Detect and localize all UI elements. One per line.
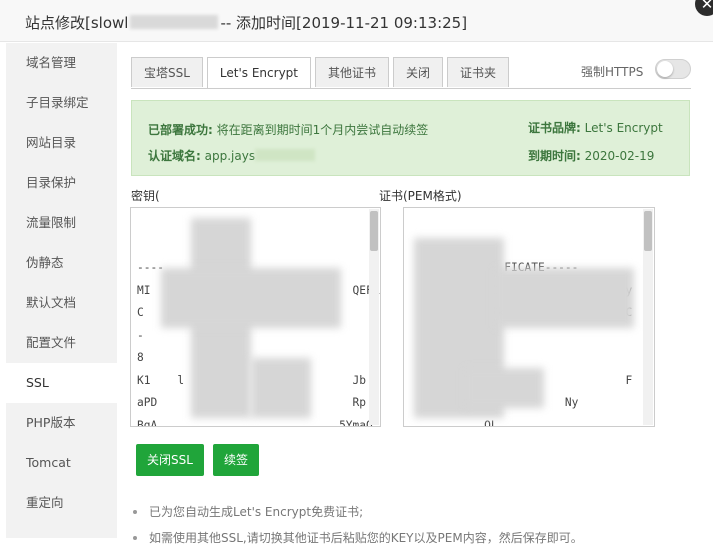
note-item: 已为您自动生成Let's Encrypt免费证书; [131,503,583,529]
ssl-status-box: 已部署成功: 将在距离到期时间1个月内尝试自动续签 认证域名: app.jays… [131,100,690,176]
expire-row: 到期时间: 2020-02-19 [528,147,654,164]
help-notes: 已为您自动生成Let's Encrypt免费证书; 如需使用其他SSL,请切换其他… [131,503,583,555]
sidebar-item[interactable]: SSL [6,363,117,403]
title-suffix: -- 添加时间[2019-11-21 09:13:25] [220,14,468,32]
redaction-mosaic [251,358,311,418]
sidebar-item[interactable]: 网站目录 [6,123,117,163]
title-prefix: 站点修改[slowl [25,14,129,32]
tab[interactable]: 关闭 [393,57,444,87]
sidebar-item[interactable]: 目录保护 [6,163,117,203]
tab[interactable]: 证书夹 [447,57,510,87]
brand-row: 证书品牌: Let's Encrypt [528,119,663,136]
sidebar-item[interactable]: 伪静态 [6,243,117,283]
ssl-panel: 宝塔SSL Let's Encrypt 其他证书 关闭 证书夹 强制HTTPS 已部署成… [117,43,713,545]
toggle-knob [657,61,673,77]
tab[interactable]: Let's Encrypt [206,57,311,89]
sidebar: 域名管理 子目录绑定 网站目录 目录保护 流量限制 伪静态 默认文档 配置文件 SSL PHP版本… [6,43,117,538]
renew-button[interactable]: 续签 [213,444,260,476]
tabs-divider [131,88,691,89]
domain-row: 认证域名: app.jays [148,147,316,164]
dialog-title: 站点修改[slowl -- 添加时间[2019-11-21 09:13:25] [25,12,467,33]
redaction-mosaic [464,368,544,408]
tab[interactable]: 其他证书 [315,57,390,87]
sidebar-item[interactable]: 配置文件 [6,323,117,363]
scrollbar-thumb[interactable] [644,211,652,251]
sidebar-item[interactable]: PHP版本 [6,403,117,443]
cert-scrollbar[interactable] [643,209,653,425]
key-scrollbar[interactable] [369,209,379,425]
key-label: 密钥( [131,189,160,203]
sidebar-item[interactable]: 默认文档 [6,283,117,323]
dialog-titlebar: 站点修改[slowl -- 添加时间[2019-11-21 09:13:25] ✕ [0,0,713,42]
domain-value: app.jays [204,149,256,163]
ssl-tabs: 宝塔SSL Let's Encrypt 其他证书 关闭 证书夹 [131,57,513,89]
close-ssl-button[interactable]: 关闭SSL [136,444,204,476]
sidebar-item[interactable]: Tomcat [6,443,117,483]
domain-label: 认证域名: [148,149,201,163]
sidebar-item[interactable]: 域名管理 [6,43,117,83]
sidebar-item[interactable]: 流量限制 [6,203,117,243]
cert-label: 证书(PEM格式) [379,189,462,203]
expire-value: 2020-02-19 [584,149,655,163]
deployed-row: 已部署成功: 将在距离到期时间1个月内尝试自动续签 [148,121,428,138]
redaction-mosaic [161,268,341,328]
sidebar-item[interactable]: 子目录绑定 [6,83,117,123]
close-icon[interactable]: ✕ [695,0,713,16]
note-item: 如需使用其他SSL,请切换其他证书后粘贴您的KEY以及PEM内容，然后保存即可。 [131,529,583,555]
key-textarea[interactable]: ----MI E N kqh w0 QEFAASC g Ag 1iq-8K1 l… [130,207,381,427]
brand-label: 证书品牌: [528,121,581,135]
redacted-domain [130,15,219,29]
deployed-label: 已部署成功: [148,123,213,137]
force-https-toggle[interactable] [655,59,691,79]
expire-label: 到期时间: [528,149,581,163]
cert-textarea[interactable]: --BEGIN FICATE----- C MBAgISA0Dj4ARgl/y … [403,207,655,427]
deployed-text: 将在距离到期时间1个月内尝试自动续签 [216,123,429,137]
sidebar-item[interactable]: 重定向 [6,483,117,523]
scrollbar-thumb[interactable] [370,211,378,251]
redaction-mosaic [494,268,634,328]
redacted-domain-tail [255,149,316,161]
force-https-label: 强制HTTPS [581,65,644,79]
brand-value: Let's Encrypt [584,121,663,135]
tab[interactable]: 宝塔SSL [131,57,203,87]
